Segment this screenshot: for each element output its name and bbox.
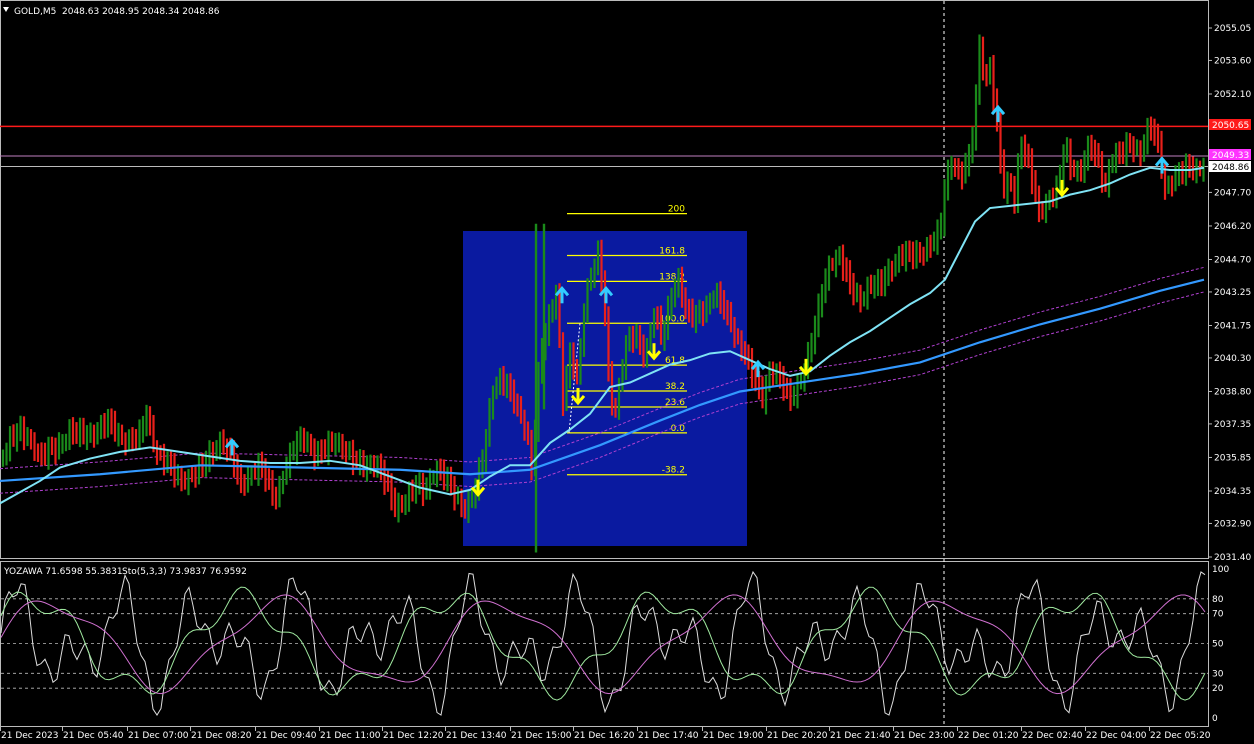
symbol-label: GOLD,M5	[14, 7, 56, 17]
time-tick-label: 22 Dec 01:20	[958, 731, 1019, 741]
time-axis[interactable]: 21 Dec 2023 21 Dec 05:40 21 Dec 07:00 21 De…	[0, 727, 1211, 741]
red-line-tag-text: 2050.65	[1212, 121, 1249, 131]
time-tick-label: 21 Dec 23:00	[894, 731, 955, 741]
fib-level-label: -38.2	[662, 466, 685, 476]
price-tick-label: 2035.85	[1214, 453, 1251, 463]
time-tick-label: 21 Dec 09:40	[256, 731, 317, 741]
time-tick-label: 21 Dec 19:00	[703, 731, 764, 741]
time-tick-label: 21 Dec 21:40	[830, 731, 891, 741]
osc-tick-label: 70	[1212, 610, 1224, 620]
time-tick-label: 22 Dec 02:40	[1022, 731, 1083, 741]
ohlc-values: 2048.63 2048.95 2048.34 2048.86	[62, 7, 220, 17]
time-tick-label: 21 Dec 12:20	[383, 731, 444, 741]
oscillator-scale[interactable]: 100 80 70 50 30 20 0	[1212, 565, 1229, 724]
price-tick-label: 2031.40	[1214, 553, 1251, 563]
price-tick-label: 2044.70	[1214, 256, 1251, 266]
price-tick-label: 2043.25	[1214, 288, 1251, 298]
price-tick-label: 2032.90	[1214, 519, 1251, 529]
stochastic-label: Sto(5,3,3) 73.9837 76.9592	[122, 567, 247, 577]
time-tick-label: 21 Dec 15:00	[511, 731, 572, 741]
price-tick-label: 2055.05	[1214, 24, 1251, 34]
price-tags: 2050.65 2049.33 2048.86	[1209, 119, 1251, 173]
fib-level-label: 23.6	[665, 398, 685, 408]
osc-tick-label: 0	[1212, 714, 1218, 724]
price-tick-label: 2041.75	[1214, 321, 1251, 331]
price-tick-label: 2046.20	[1214, 222, 1251, 232]
buy-arrow-icon	[1054, 179, 1070, 198]
time-tick-label: 21 Dec 05:40	[63, 731, 124, 741]
time-tick-label: 21 Dec 2023	[1, 731, 59, 741]
time-tick-label: 21 Dec 17:40	[638, 731, 699, 741]
sell-arrow-icon	[750, 359, 766, 378]
fib-level-label: 0.0	[671, 424, 686, 434]
time-tick-label: 21 Dec 11:00	[320, 731, 381, 741]
price-tick-label: 2038.80	[1214, 387, 1251, 397]
price-tick-label: 2037.35	[1214, 420, 1251, 430]
time-tick-label: 21 Dec 13:40	[446, 731, 507, 741]
triangle-down-icon[interactable]	[3, 7, 9, 12]
time-tick-label: 22 Dec 05:20	[1150, 731, 1211, 741]
price-tick-label: 2047.70	[1214, 188, 1251, 198]
price-tick-label: 2053.60	[1214, 56, 1251, 66]
osc-tick-label: 80	[1212, 595, 1224, 605]
fib-level-label: 38.2	[665, 382, 685, 392]
osc-tick-label: 20	[1212, 684, 1224, 694]
osc-tick-label: 30	[1212, 669, 1224, 679]
chart-canvas[interactable]: 200161.8138.2100.061.838.223.60.0-38.2 2…	[0, 0, 1254, 744]
price-scale[interactable]: 2055.05 2053.60 2052.10 2050.65 2047.70 2046.…	[1208, 24, 1251, 563]
time-tick-label: 21 Dec 20:20	[767, 731, 828, 741]
violet-line-tag-text: 2049.33	[1212, 151, 1249, 161]
price-tick-label: 2052.10	[1214, 90, 1251, 100]
fib-level-label: 161.8	[659, 247, 685, 257]
time-tick-label: 21 Dec 16:20	[574, 731, 635, 741]
bid-tag-text: 2048.86	[1212, 163, 1249, 173]
time-tick-label: 21 Dec 08:20	[191, 731, 252, 741]
time-tick-label: 22 Dec 04:00	[1086, 731, 1147, 741]
yozawa-label: YOZAWA 71.6598 55.3831	[3, 567, 123, 577]
price-tick-label: 2034.35	[1214, 487, 1251, 497]
price-tick-label: 2040.30	[1214, 354, 1251, 364]
osc-tick-label: 50	[1212, 640, 1224, 650]
time-tick-label: 21 Dec 07:00	[128, 731, 189, 741]
osc-tick-label: 100	[1212, 565, 1229, 575]
fib-level-label: 200	[668, 205, 685, 215]
